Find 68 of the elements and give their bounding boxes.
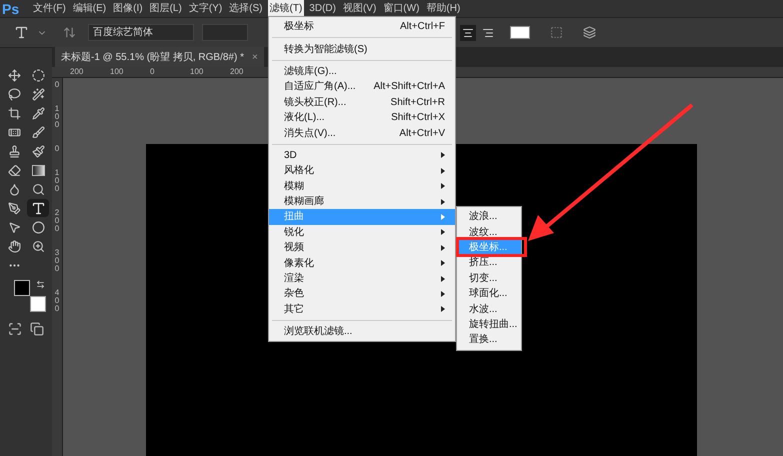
ruler-label: 0 [54,81,60,89]
menu-entry[interactable]: 水波... [457,301,521,317]
menu-entry[interactable]: 切变... [457,270,521,286]
type-icon[interactable] [27,199,49,217]
ruler-label: 0 [54,145,60,153]
menu-entry[interactable]: 转换为智能滤镜(S) [269,41,455,57]
menu-item[interactable]: 图像(I) [111,0,145,17]
menu-entry[interactable]: 液化(L)... Shift+Ctrl+X [269,110,455,126]
foreground-color-swatch[interactable] [14,280,30,296]
quick-mask-icon[interactable] [8,322,22,336]
align-center-button[interactable] [460,24,476,40]
font-style-field[interactable] [202,24,248,41]
menu-entry[interactable]: 旋转扭曲... [457,316,521,332]
ruler-label: 100 [110,68,124,76]
menu-entry[interactable]: 风格化 [269,163,455,179]
type-icon[interactable] [14,25,29,40]
menu-item[interactable]: 帮助(H) [424,0,462,17]
menu-entry[interactable]: 浏览联机滤镜... [269,324,455,340]
menu-item[interactable]: 文件(F) [31,0,68,17]
ruler-label: 200 [70,68,84,76]
menu-entry[interactable]: 锐化 [269,224,455,240]
menu-entry[interactable]: 视频 [269,240,455,256]
menu-entry[interactable]: 挤压... [457,255,521,271]
swap-colors-icon[interactable] [36,280,45,289]
ruler-label: 100 [54,105,60,129]
menu-entry[interactable]: 镜头校正(R)... Shift+Ctrl+R [269,94,455,110]
menu-entry[interactable]: 滤镜库(G)... [269,64,455,80]
menu-entry[interactable]: 消失点(V)... Alt+Ctrl+V [269,125,455,141]
menu-item[interactable]: 图层(L) [148,0,184,17]
text-orientation-icon[interactable] [63,26,76,39]
close-button[interactable]: × [252,50,258,64]
screen-mode-icon[interactable] [30,322,44,336]
ruler-label: 0 [150,68,156,76]
menu-item[interactable]: 窗口(W) [381,0,422,17]
menu-entry[interactable]: 像素化 [269,255,455,271]
menu-item[interactable]: 滤镜(T) [268,0,304,17]
menu-entry[interactable]: 自适应广角(A)... Alt+Shift+Ctrl+A [269,79,455,95]
highlight-frame [456,237,527,257]
menu-entry[interactable]: 波浪... [457,209,521,224]
menu-item[interactable]: 文字(Y) [186,0,224,17]
menu-item[interactable]: 编辑(E) [70,0,108,17]
menu-entry[interactable]: 模糊 [269,178,455,194]
menu-entry[interactable]: 置换... [457,332,521,348]
menu-item[interactable]: 视图(V) [340,0,378,17]
font-family-field[interactable]: 百度综艺简体 [88,24,194,41]
color-swatch[interactable] [510,26,530,39]
ruler-label: 200 [230,68,244,76]
ruler-label: 100 [54,169,60,193]
menu-entry[interactable]: 渲染 [269,270,455,286]
menu-entry[interactable]: 波纹... [457,224,521,240]
menu-entry[interactable]: 极坐标 Alt+Ctrl+F [269,19,455,34]
menu-entry[interactable]: 杂色 [269,286,455,302]
menu-item[interactable]: 3D(D) [307,0,338,17]
document-title: 未标题-1 @ 55.1% (盼望 拷贝, RGB/8#) * [61,50,244,64]
ruler-label: 400 [54,289,60,313]
menu-entry[interactable]: 3D [269,148,455,164]
align-center-icon [462,26,474,38]
menu-entry[interactable]: 模糊画廊 [269,194,455,210]
menu-entry[interactable]: 其它 [269,302,455,318]
align-right-icon [482,26,494,38]
document-tab[interactable]: 未标题-1 @ 55.1% (盼望 拷贝, RGB/8#) * × [55,47,264,67]
menu-item[interactable]: 选择(S) [227,0,264,17]
menu-entry[interactable]: 球面化... [457,286,521,302]
app-logo: Ps [2,2,20,16]
ruler-label: 300 [54,249,60,273]
background-color-swatch[interactable] [30,296,46,312]
ruler-label: 100 [190,68,204,76]
ruler-label: 200 [54,209,60,233]
